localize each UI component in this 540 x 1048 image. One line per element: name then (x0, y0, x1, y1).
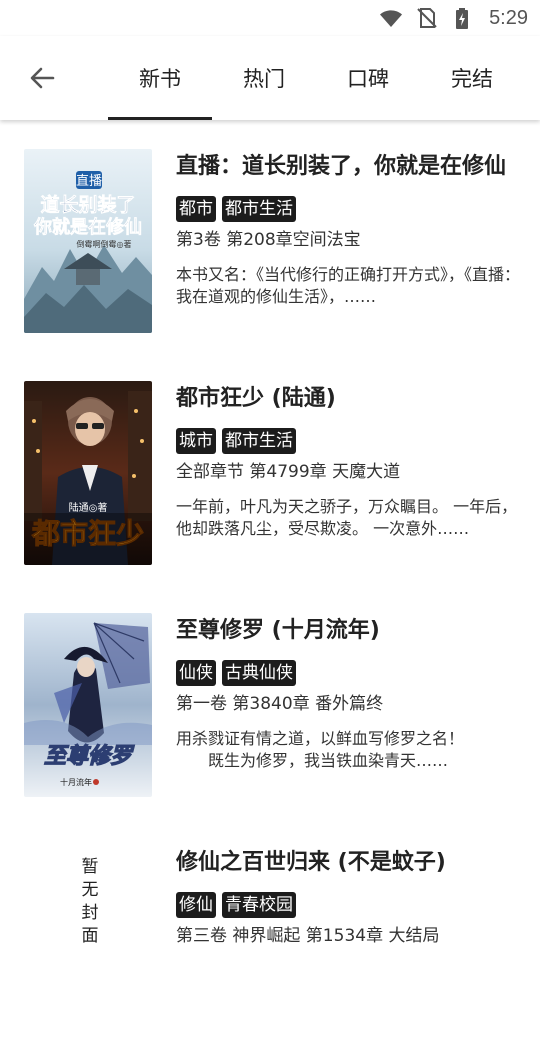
latest-chapter: 全部章节 第4799章 天魔大道 (176, 462, 401, 482)
cover-title: 都市狂少 (31, 517, 144, 550)
tag: 都市生活 (222, 196, 296, 222)
book-title[interactable]: 直播：道长别装了，你就是在修仙 (176, 150, 520, 184)
status-bar: 5:29 (0, 0, 540, 36)
book-cover[interactable]: 至尊修罗 十月流年 (24, 613, 152, 797)
app-bar: 新书 热门 口碑 完结 (0, 36, 540, 120)
cover-title-line3: 你就是在修仙 (33, 216, 142, 238)
book-title[interactable]: 修仙之百世归来 (不是蚊子) (176, 846, 520, 880)
tag: 古典仙侠 (222, 660, 296, 686)
latest-chapter: 第3卷 第208章空间法宝 (176, 230, 361, 250)
book-item[interactable]: 直播 道长别装了 你就是在修仙 倒霉啊倒霉◎著 直播：道长别装了，你就是在修仙 … (0, 120, 540, 352)
cover-title: 至尊修罗 (44, 743, 135, 769)
tab-reputation[interactable]: 口碑 (316, 36, 420, 120)
book-cover[interactable]: 直播 道长别装了 你就是在修仙 倒霉啊倒霉◎著 (24, 149, 152, 333)
cover-title-line2: 道长别装了 (40, 193, 135, 216)
cover-author: 陆通◎著 (69, 501, 108, 514)
cover-author: 十月流年 (60, 777, 92, 787)
latest-chapter: 第一卷 第3840章 番外篇终 (176, 694, 384, 714)
book-info: 直播：道长别装了，你就是在修仙 都市 都市生活 第3卷 第208章空间法宝 本书… (176, 150, 520, 308)
book-info: 都市狂少 (陆通) 城市 都市生活 全部章节 第4799章 天魔大道 一年前，叶… (176, 382, 520, 540)
tab-popular[interactable]: 热门 (212, 36, 316, 120)
cover-title-line1: 直播 (76, 174, 102, 189)
book-description: 一年前，叶凡为天之骄子，万众瞩目。 一年后，他却跌落凡尘，受尽欺凌。 一次意外…… (176, 497, 518, 538)
tag: 都市 (176, 196, 216, 222)
book-item[interactable]: 陆通◎著 都市狂少 都市狂少 (陆通) 城市 都市生活 全部章节 第4799章 … (0, 352, 540, 584)
tag: 仙侠 (176, 660, 216, 686)
no-cover-placeholder[interactable]: 暂无封面 (24, 845, 152, 1029)
category-tabs: 新书 热门 口碑 完结 (108, 36, 524, 120)
no-sim-icon (415, 6, 439, 30)
book-description: 本书又名：《当代修行的正确打开方式》，《直播：我在道观的修仙生活》，…… (176, 265, 520, 306)
tab-new-books[interactable]: 新书 (108, 36, 212, 120)
tag: 都市生活 (222, 428, 296, 454)
battery-charging-icon (451, 6, 475, 30)
latest-chapter: 第三卷 神界崛起 第1534章 大结局 (176, 926, 440, 946)
book-info: 修仙之百世归来 (不是蚊子) 修仙 青春校园 第三卷 神界崛起 第1534章 大… (176, 846, 520, 1004)
book-item[interactable]: 至尊修罗 十月流年 至尊修罗 (十月流年) 仙侠 古典仙侠 第一卷 第3840章… (0, 584, 540, 816)
book-tags: 城市 都市生活 (176, 428, 520, 454)
back-button[interactable] (20, 60, 64, 96)
book-tags: 都市 都市生活 (176, 196, 520, 222)
tag: 修仙 (176, 892, 216, 918)
arrow-left-icon (30, 67, 55, 89)
clock: 5:29 (489, 6, 528, 29)
book-item[interactable]: 暂无封面 修仙之百世归来 (不是蚊子) 修仙 青春校园 第三卷 神界崛起 第15… (0, 816, 540, 1048)
tab-completed[interactable]: 完结 (420, 36, 524, 120)
no-cover-text: 暂无封面 (77, 857, 98, 949)
wifi-icon (379, 6, 403, 30)
book-cover[interactable]: 陆通◎著 都市狂少 (24, 381, 152, 565)
book-tags: 修仙 青春校园 (176, 892, 520, 918)
cover-author: 倒霉啊倒霉◎著 (77, 239, 132, 249)
book-tags: 仙侠 古典仙侠 (176, 660, 520, 686)
tag: 青春校园 (222, 892, 296, 918)
tag: 城市 (176, 428, 216, 454)
book-title[interactable]: 都市狂少 (陆通) (176, 382, 520, 416)
book-title[interactable]: 至尊修罗 (十月流年) (176, 614, 520, 648)
book-info: 至尊修罗 (十月流年) 仙侠 古典仙侠 第一卷 第3840章 番外篇终 用杀戮证… (176, 614, 520, 772)
book-description: 用杀戮证有情之道，以鲜血写修罗之名！ 既生为修罗，我当铁血染青天…… (176, 729, 465, 770)
book-description (176, 960, 520, 1004)
